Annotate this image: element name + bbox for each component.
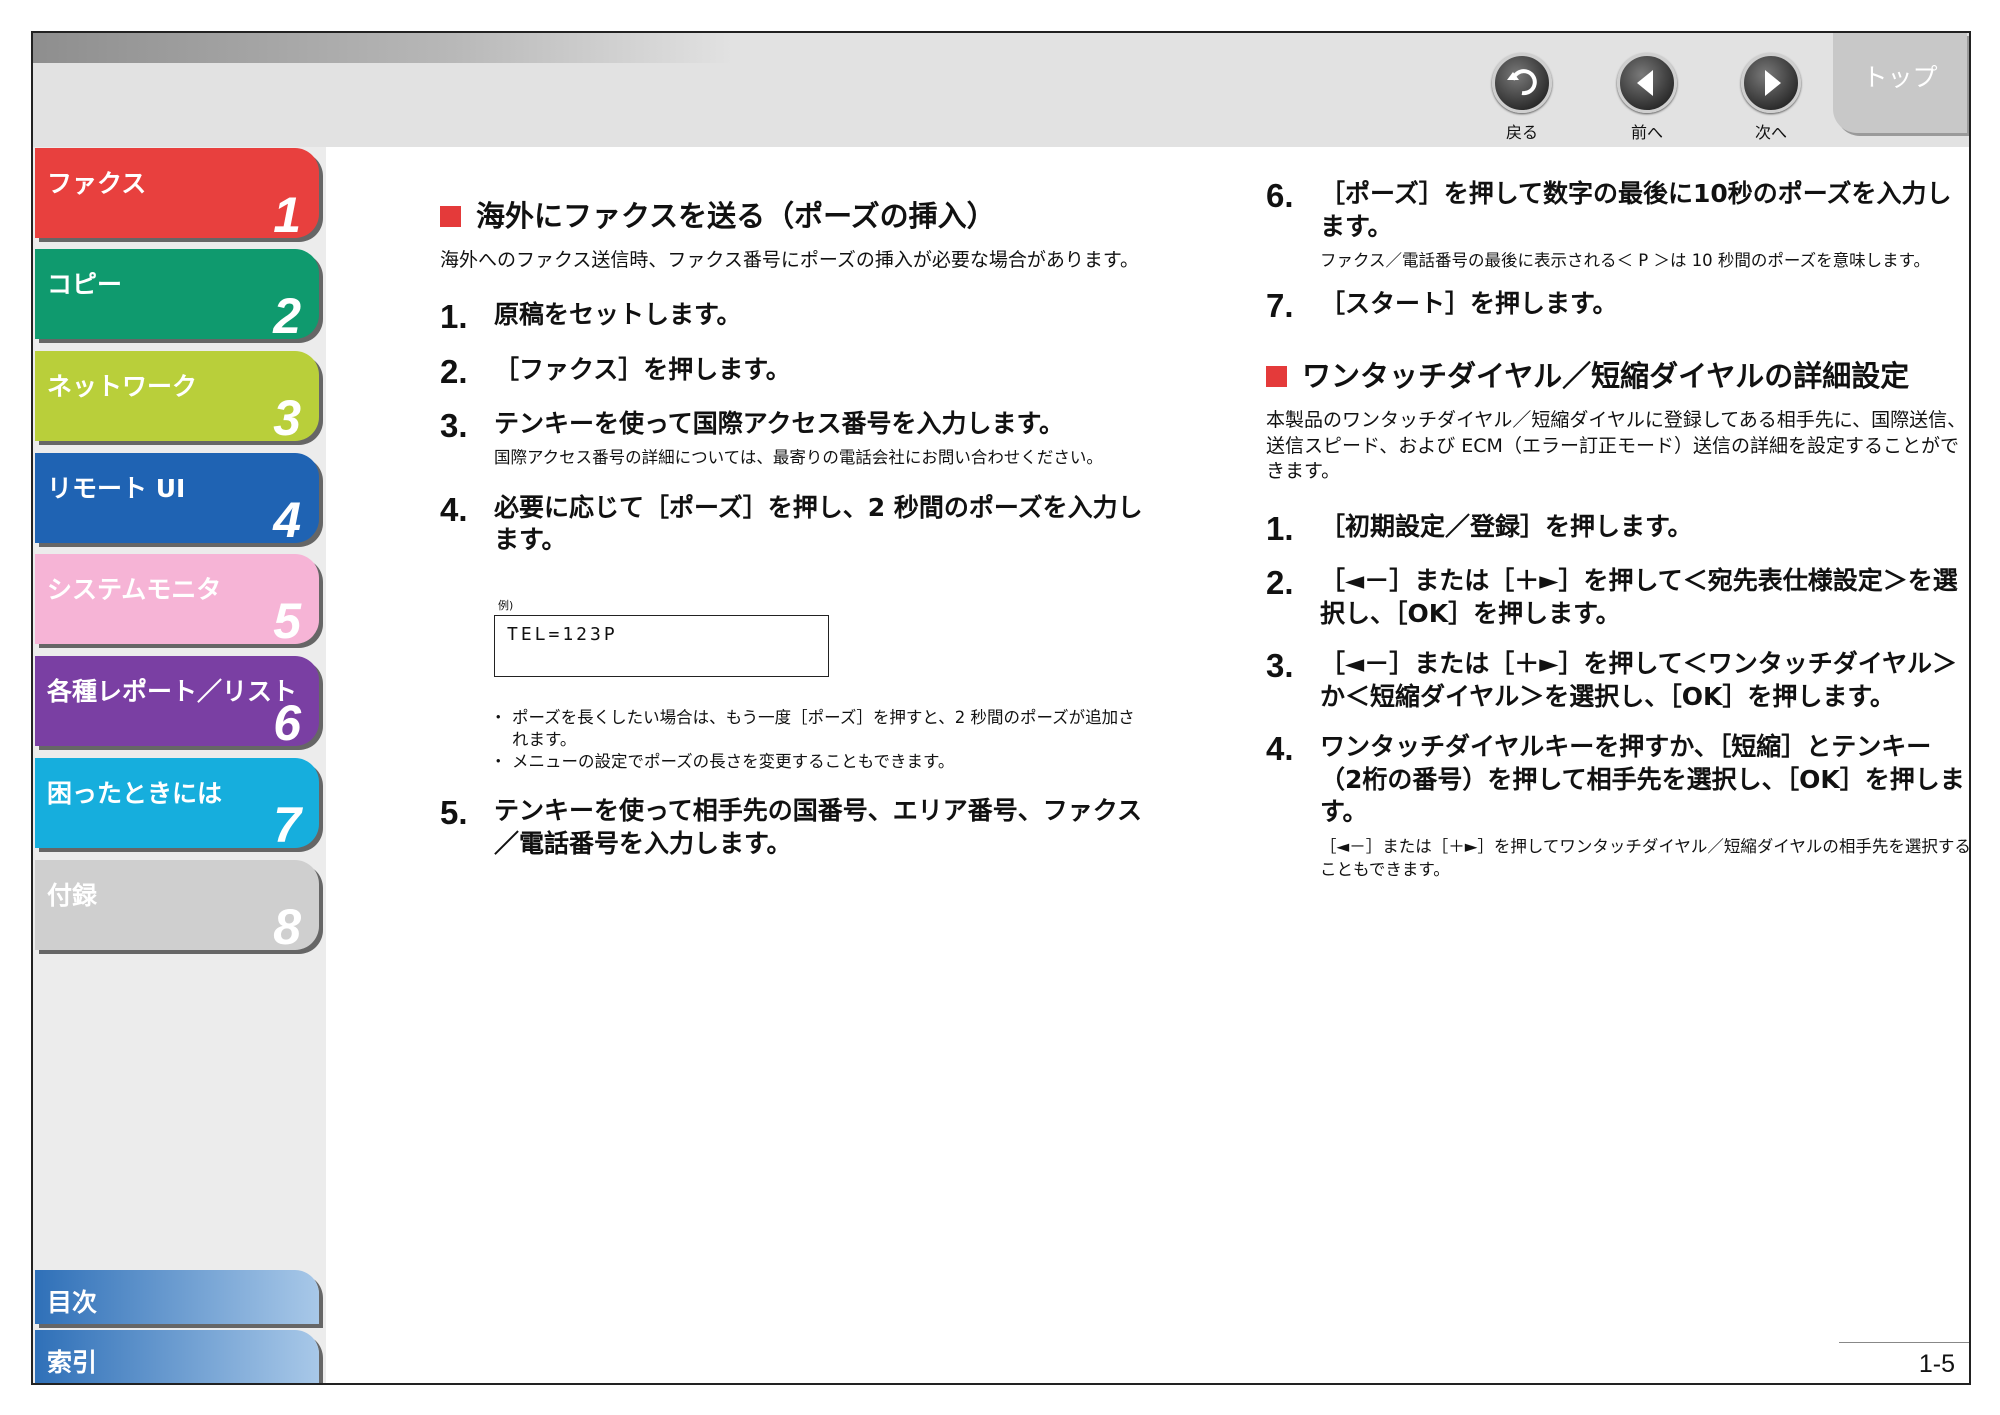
step-number: 2.: [440, 352, 468, 390]
chapter-number: 8: [273, 899, 301, 955]
chapter-label: リモート UI: [47, 474, 186, 503]
section-intro: 本製品のワンタッチダイヤル／短縮ダイヤルに登録してある相手先に、国際送信、送信ス…: [1266, 409, 1967, 483]
next-button[interactable]: 次へ: [1731, 53, 1811, 143]
step: 1. 原稿をセットします。: [440, 298, 1145, 336]
chapter-label: 付録: [47, 881, 98, 910]
top-tab-label: トップ: [1862, 63, 1938, 92]
section-heading-text: ワンタッチダイヤル／短縮ダイヤルの詳細設定: [1302, 359, 1910, 394]
step-number: 3.: [440, 406, 468, 444]
step: 2. ［ファクス］を押します。: [440, 352, 1145, 390]
step-note: ファクス／電話番号の最後に表示される＜ P ＞は 10 秒間のポーズを意味します…: [1320, 251, 1930, 270]
step-text: 原稿をセットします。: [494, 300, 742, 330]
right-column: 6. ［ポーズ］を押して数字の最後に10秒のポーズを入力します。 ファクス／電話…: [1266, 177, 1971, 881]
step-number: 2.: [1266, 564, 1294, 602]
step-text: ［◄－］または［＋►］を押して＜ワンタッチダイヤル＞か＜短縮ダイヤル＞を選択し、…: [1320, 649, 1957, 711]
heading-square-icon: [1266, 366, 1287, 388]
chapter-number: 2: [273, 288, 301, 344]
prev-button[interactable]: 前へ: [1607, 53, 1687, 143]
section-heading-text: 海外にファクスを送る（ポーズの挿入）: [476, 199, 996, 233]
back-icon: [1492, 53, 1552, 113]
step: 3. ［◄－］または［＋►］を押して＜ワンタッチダイヤル＞か＜短縮ダイヤル＞を選…: [1266, 647, 1969, 713]
chapter-number: 7: [273, 797, 301, 853]
step-text: ［スタート］を押します。: [1320, 289, 1618, 319]
heading-square-icon: [440, 206, 461, 227]
section-intro: 海外へのファクス送信時、ファクス番号にポーズの挿入が必要な場合があります。: [440, 248, 1140, 271]
chapter-number: 3: [273, 390, 301, 446]
sidebar-chapter-copy[interactable]: コピー 2: [35, 249, 319, 344]
back-button[interactable]: 戻る: [1482, 53, 1562, 143]
example-display: TEL=123P: [494, 614, 829, 677]
step-text: テンキーを使って相手先の国番号、エリア番号、ファクス／電話番号を入力します。: [494, 796, 1143, 858]
step-text: 必要に応じて［ポーズ］を押し、2 秒間のポーズを入力します。: [494, 492, 1143, 555]
sidebar-chapter-network[interactable]: ネットワーク 3: [35, 351, 319, 446]
list-item: ・ ポーズを長くしたい場合は、もう一度［ポーズ］を押すと、2 秒間のポーズが追加…: [490, 707, 1145, 752]
chapter-number: 4: [273, 492, 301, 548]
step-number: 4.: [1266, 730, 1294, 768]
prev-label: 前へ: [1630, 123, 1663, 142]
left-column: 海外にファクスを送る（ポーズの挿入） 海外へのファクス送信時、ファクス番号にポー…: [440, 198, 1145, 860]
step-text: ［ポーズ］を押して数字の最後に10秒のポーズを入力します。: [1320, 179, 1952, 241]
sidebar-chapter-reports[interactable]: 各種レポート／リスト 6: [35, 656, 319, 751]
page-number-rule: [1839, 1342, 1969, 1343]
next-label: 次へ: [1754, 123, 1787, 142]
step-number: 4.: [440, 490, 468, 528]
chapter-label: 各種レポート／リスト: [47, 677, 298, 706]
chapter-label: ネットワーク: [47, 372, 198, 401]
example-label: 例): [498, 598, 514, 612]
toc-label: 目次: [47, 1288, 98, 1317]
list-item: ・ メニューの設定でポーズの長さを変更することもできます。: [490, 751, 1145, 773]
sidebar-chapter-fax[interactable]: ファクス 1: [35, 148, 319, 243]
step-note: 国際アクセス番号の詳細については、最寄りの電話会社にお問い合わせください。: [494, 448, 1103, 468]
step: 7. ［スタート］を押します。: [1266, 287, 1969, 325]
header-gradient: [33, 33, 733, 63]
sidebar-chapter-troubleshooting[interactable]: 困ったときには 7: [35, 758, 319, 853]
arrow-right-icon: [1741, 53, 1801, 113]
chapter-label: 困ったときには: [47, 779, 223, 808]
step-number: 5.: [440, 794, 468, 832]
step-text: ワンタッチダイヤルキーを押すか、［短縮］とテンキー（2桁の番号）を押して相手先を…: [1320, 732, 1965, 827]
chapter-label: システムモニタ: [47, 575, 222, 604]
step-note: ［◄－］または［＋►］を押してワンタッチダイヤル／短縮ダイヤルの相手先を選択する…: [1320, 836, 1971, 879]
step: 4. ワンタッチダイヤルキーを押すか、［短縮］とテンキー（2桁の番号）を押して相…: [1266, 730, 1971, 881]
section-heading: 海外にファクスを送る（ポーズの挿入）: [440, 198, 1145, 236]
step-number: 1.: [1266, 510, 1294, 547]
sidebar-chapter-remote-ui[interactable]: リモート UI 4: [35, 453, 319, 548]
step: 3. テンキーを使って国際アクセス番号を入力します。 国際アクセス番号の詳細につ…: [440, 406, 1145, 470]
step: 2. ［◄－］または［＋►］を押して＜宛先表仕様設定＞を選択し、［OK］を押しま…: [1266, 564, 1969, 630]
chapter-number: 5: [273, 593, 301, 649]
step: 1. ［初期設定／登録］を押します。: [1266, 510, 1969, 547]
step-number: 6.: [1266, 177, 1294, 214]
chapter-label: ファクス: [47, 169, 147, 198]
list-item-text: ポーズを長くしたい場合は、もう一度［ポーズ］を押すと、2 秒間のポーズが追加され…: [512, 707, 1135, 749]
page-frame: 戻る 前へ 次へ トップ ファクス 1 コピー 2 ネットワーク 3 リモート …: [31, 31, 1971, 1385]
section-heading: ワンタッチダイヤル／短縮ダイヤルの詳細設定: [1266, 358, 1969, 396]
sidebar-chapter-appendix[interactable]: 付録 8: [35, 860, 319, 955]
header-bar: 戻る 前へ 次へ トップ: [33, 33, 1969, 147]
index-label: 索引: [47, 1348, 98, 1377]
step-number: 7.: [1266, 287, 1294, 325]
notes-list: ・ ポーズを長くしたい場合は、もう一度［ポーズ］を押すと、2 秒間のポーズが追加…: [490, 707, 1145, 774]
back-label: 戻る: [1505, 123, 1538, 142]
index-button[interactable]: 索引: [35, 1330, 319, 1383]
step-number: 3.: [1266, 647, 1294, 685]
list-item-text: メニューの設定でポーズの長さを変更することもできます。: [512, 752, 955, 772]
chapter-label: コピー: [47, 270, 123, 299]
chapter-number: 1: [273, 187, 301, 243]
sidebar-chapter-system-monitor[interactable]: システムモニタ 5: [35, 554, 319, 649]
toc-button[interactable]: 目次: [35, 1270, 319, 1324]
step-text: テンキーを使って国際アクセス番号を入力します。: [494, 408, 1065, 438]
step: 5. テンキーを使って相手先の国番号、エリア番号、ファクス／電話番号を入力します…: [440, 795, 1145, 860]
top-tab[interactable]: トップ: [1833, 33, 1967, 133]
step-text: ［初期設定／登録］を押します。: [1320, 512, 1693, 541]
step-number: 1.: [440, 298, 468, 336]
step-text: ［ファクス］を押します。: [494, 354, 791, 384]
step: 6. ［ポーズ］を押して数字の最後に10秒のポーズを入力します。 ファクス／電話…: [1266, 177, 1969, 272]
arrow-left-icon: [1617, 53, 1677, 113]
chapter-number: 6: [273, 695, 301, 751]
page-number: 1-5: [1918, 1350, 1955, 1378]
step-text: ［◄－］または［＋►］を押して＜宛先表仕様設定＞を選択し、［OK］を押します。: [1320, 566, 1958, 628]
step: 4. 必要に応じて［ポーズ］を押し、2 秒間のポーズを入力します。: [440, 490, 1145, 557]
